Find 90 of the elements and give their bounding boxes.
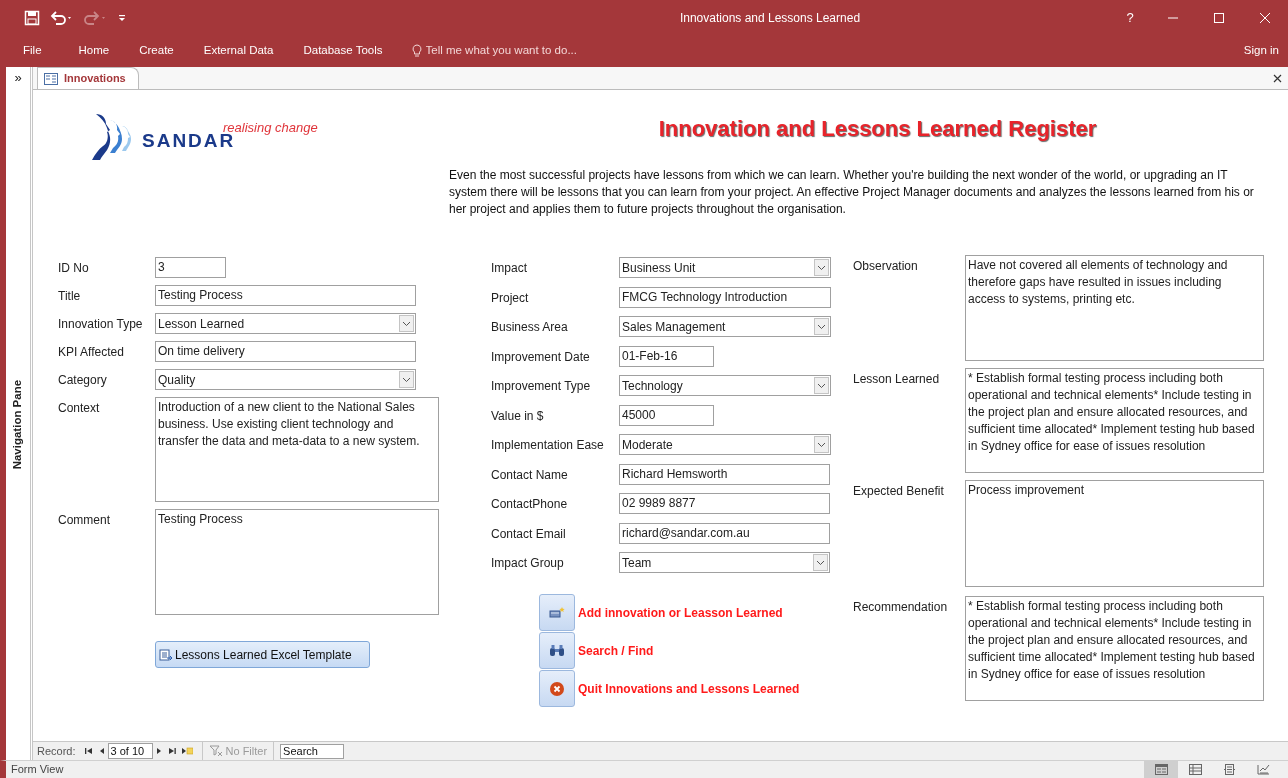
form-title: Innovation and Lessons Learned Register [657, 115, 1098, 143]
text-field[interactable]: richard@sandar.com.au [619, 522, 830, 544]
text-field[interactable]: FMCG Technology Introduction [619, 286, 831, 308]
text-field[interactable]: Richard Hemsworth [619, 463, 830, 485]
field-label: Impact Group [491, 555, 565, 572]
memo-field[interactable]: Have not covered all elements of technology and therefore gaps have resulted in issues including access to systems, printing etc. [965, 255, 1264, 361]
field-label: ID No [58, 260, 90, 277]
view-button[interactable] [1144, 761, 1178, 778]
first-record-icon[interactable] [84, 747, 93, 755]
field-label: Lesson Learned [853, 371, 941, 388]
field-label: Title [58, 288, 82, 305]
field-label: Innovation Type [58, 316, 144, 333]
action-button[interactable] [539, 594, 575, 631]
close-icon[interactable] [1273, 73, 1282, 83]
field-label: Context [58, 400, 101, 417]
intro-paragraph: Even the most successful projects have lessons from which we can learn. Whether you're building the next wonder of the world, or upgrading an IT system there will be lessons that you can learn from your project. An effective Project Manager documents and analyzes the lessons learned from his or her project and applies them to future projects throughout the organisation. [449, 167, 1255, 218]
memo-field[interactable]: * Establish formal testing process including both operational and technical elements* Include testing in the project plan and ensure allocated resources, and sufficient time allocated* Implement testing hub based in Sydney office for ease of issues resolution [965, 368, 1264, 473]
ribbon-tab[interactable]: File [0, 35, 64, 67]
combo-box[interactable]: Sales Management [619, 316, 831, 337]
field-label: KPI Affected [58, 344, 125, 361]
datasheet-view-icon [1188, 764, 1202, 775]
ribbon-tab[interactable]: External Data [188, 35, 289, 67]
text-field[interactable]: 01-Feb-16 [619, 345, 714, 367]
text-field[interactable]: 45000 [619, 404, 714, 426]
field-label: ContactPhone [491, 496, 569, 513]
action-label[interactable]: Search / Find [578, 641, 654, 660]
form-icon [44, 72, 58, 85]
text-field[interactable]: 3 [155, 257, 226, 278]
field-label: Contact Name [491, 466, 569, 484]
ribbon-tab[interactable]: Home [63, 35, 125, 67]
status-text: Form View [11, 762, 64, 778]
action-label[interactable]: Quit Innovations and Lessons Learned [578, 679, 800, 698]
next-record-icon[interactable] [155, 747, 162, 755]
undo-icon[interactable] [50, 10, 74, 25]
field-label: Business Area [491, 319, 569, 336]
record-number-field[interactable]: 3 of 10 [107, 743, 153, 759]
document-tab[interactable]: Innovations [37, 67, 139, 89]
ribbon-tab[interactable]: Database Tools [288, 35, 398, 67]
field-label: Implementation Ease [491, 437, 605, 454]
field-label: Project [491, 289, 530, 307]
tell-me-field[interactable]: Tell me what you want to do... [425, 42, 626, 60]
navigation-pane-label[interactable]: Navigation Pane [9, 379, 27, 470]
field-label: Recommendation [853, 599, 949, 616]
memo-field[interactable]: * Establish formal testing process including both operational and technical elements* Include testing in the project plan and ensure allocated resources, and sufficient time allocated* Implement testing hub based in Sydney office for ease of issues resolution [965, 596, 1264, 701]
sign-in-link[interactable]: Sign in [1243, 35, 1288, 67]
card-star-icon [549, 606, 565, 619]
field-label: Category [58, 372, 108, 389]
combo-box[interactable]: Technology [619, 375, 831, 396]
lightbulb-icon [411, 44, 422, 58]
field-label: Expected Benefit [853, 483, 945, 500]
new-record-icon[interactable] [181, 747, 193, 755]
ribbon-tab[interactable]: Create [124, 35, 189, 67]
text-field[interactable]: Testing Process [155, 285, 416, 306]
previous-record-icon[interactable] [98, 747, 105, 755]
memo-field[interactable]: Process improvement [965, 480, 1264, 587]
record-label: Record: [37, 743, 76, 759]
excel-template-button[interactable]: Lessons Learned Excel Template [155, 641, 370, 668]
memo-field[interactable]: Introduction of a new client to the National Sales business. Use existing client technology and transfer the data and meta-data to a new system. [155, 397, 439, 502]
combo-box[interactable]: Team [619, 552, 830, 573]
field-label: Comment [58, 512, 111, 529]
field-label: Contact Email [491, 525, 567, 543]
help-button[interactable]: ? [1110, 0, 1150, 35]
design-view-icon [1256, 764, 1270, 775]
expand-nav-button[interactable]: » [14, 67, 22, 89]
combo-box[interactable]: Moderate [619, 434, 831, 455]
close-circle-icon [549, 680, 565, 697]
memo-field[interactable]: Testing Process [155, 509, 439, 615]
window-title: Innovations and Lessons Learned [678, 9, 862, 27]
field-label: Observation [853, 258, 919, 275]
filter-icon [208, 745, 223, 757]
text-field[interactable]: 02 9989 8877 [619, 493, 830, 514]
customize-toolbar-icon[interactable] [118, 13, 126, 22]
text-field[interactable]: On time delivery [155, 341, 416, 362]
action-button[interactable] [539, 632, 575, 669]
combo-box[interactable]: Lesson Learned [155, 313, 416, 334]
search-field[interactable]: Search [280, 743, 345, 759]
action-button[interactable] [539, 670, 575, 707]
last-record-icon[interactable] [167, 747, 176, 755]
sandar-logo: SANDAR realising change [92, 110, 324, 162]
field-label: Impact [491, 260, 528, 277]
action-label[interactable]: Add innovation or Leasson Learned [578, 603, 783, 622]
binoculars-icon [549, 644, 565, 657]
field-label: Improvement Type [491, 378, 592, 395]
field-label: Value in $ [491, 407, 545, 425]
layout-view-icon [1223, 764, 1235, 775]
form-view-icon [1154, 764, 1168, 775]
save-icon[interactable] [24, 9, 40, 26]
field-label: Improvement Date [491, 348, 591, 366]
combo-box[interactable]: Quality [155, 369, 416, 390]
combo-box[interactable]: Business Unit [619, 257, 831, 278]
